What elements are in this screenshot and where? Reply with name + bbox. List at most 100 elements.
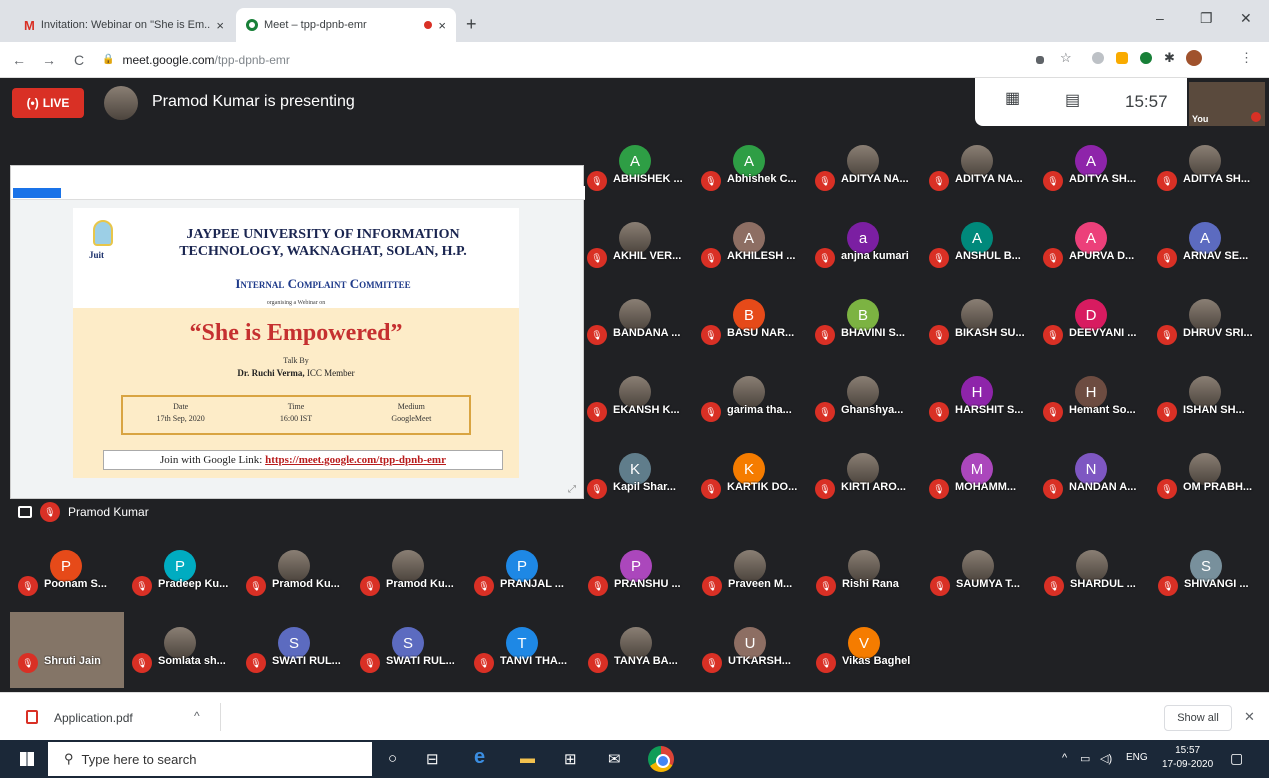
- participant-tile[interactable]: P 🎙 PRANSHU ...: [588, 550, 700, 622]
- forward-arrow-icon[interactable]: →: [38, 52, 60, 68]
- expand-icon[interactable]: ⤢: [568, 484, 576, 495]
- participant-name: Pramod Ku...: [272, 578, 340, 590]
- tab-close-button[interactable]: ×: [438, 18, 446, 33]
- participant-tile[interactable]: P 🎙 PRANJAL ...: [474, 550, 586, 622]
- restore-button[interactable]: ❐: [1200, 10, 1213, 27]
- extension-icon[interactable]: [1092, 52, 1104, 64]
- tray-chevron-icon[interactable]: ^: [1062, 752, 1067, 764]
- participant-tile[interactable]: 🎙 BANDANA ...: [587, 299, 699, 371]
- windows-start-icon[interactable]: [20, 752, 34, 766]
- participant-tile[interactable]: T 🎙 TANVI THA...: [474, 627, 586, 699]
- participant-tile[interactable]: 🎙 OM PRABH...: [1157, 453, 1269, 525]
- participant-tile[interactable]: A 🎙 Abhishek C...: [701, 145, 813, 217]
- participant-tile[interactable]: 🎙 garima tha...: [701, 376, 813, 448]
- participant-tile[interactable]: S 🎙 SHIVANGI ...: [1158, 550, 1269, 622]
- mic-off-icon: 🎙: [587, 171, 607, 191]
- mic-off-icon: 🎙: [18, 653, 38, 673]
- participant-tile[interactable]: P 🎙 Poonam S...: [18, 550, 130, 622]
- participant-tile[interactable]: 🎙 AKHIL VER...: [587, 222, 699, 294]
- edge-icon[interactable]: e: [474, 746, 485, 769]
- participant-tile[interactable]: 🎙 Pramod Ku...: [246, 550, 358, 622]
- participant-tile[interactable]: P 🎙 Pradeep Ku...: [132, 550, 244, 622]
- participant-tile[interactable]: U 🎙 UTKARSH...: [702, 627, 814, 699]
- back-arrow-icon[interactable]: ←: [8, 52, 30, 68]
- taskbar-search[interactable]: ⚲ Type here to search: [48, 742, 372, 776]
- participant-tile[interactable]: 🎙 DHRUV SRI...: [1157, 299, 1269, 371]
- participant-tile[interactable]: A 🎙 ABHISHEK ...: [587, 145, 699, 217]
- extension-icon[interactable]: [1116, 52, 1128, 64]
- participant-tile[interactable]: B 🎙 BHAVINI S...: [815, 299, 927, 371]
- participant-name: Ghanshya...: [841, 404, 904, 416]
- participant-tile[interactable]: V 🎙 Vikas Baghel: [816, 627, 928, 699]
- star-icon[interactable]: ☆: [1060, 50, 1072, 65]
- participant-tile[interactable]: a 🎙 anjna kumari: [815, 222, 927, 294]
- window-close-button[interactable]: ✕: [1240, 10, 1252, 27]
- extension-icon[interactable]: [1140, 52, 1152, 64]
- participant-tile[interactable]: 🎙 SHARDUL ...: [1044, 550, 1156, 622]
- menu-dots-icon[interactable]: ⋮: [1240, 50, 1253, 65]
- notification-icon[interactable]: ▢: [1230, 750, 1243, 767]
- volume-icon[interactable]: ◁): [1100, 752, 1112, 765]
- new-tab-button[interactable]: +: [466, 14, 477, 35]
- profile-avatar[interactable]: [1186, 50, 1202, 66]
- cortana-icon[interactable]: ○: [388, 750, 397, 767]
- task-view-icon[interactable]: ⊟: [426, 750, 439, 768]
- participant-tile[interactable]: M 🎙 MOHAMM...: [929, 453, 1041, 525]
- self-view-tile[interactable]: You: [1189, 82, 1265, 126]
- mail-icon[interactable]: ✉: [608, 750, 621, 768]
- participant-tile[interactable]: A 🎙 AKHILESH ...: [701, 222, 813, 294]
- participant-tile[interactable]: 🎙 ADITYA SH...: [1157, 145, 1269, 217]
- participant-tile[interactable]: K 🎙 KARTIK DO...: [701, 453, 813, 525]
- participant-tile[interactable]: B 🎙 BASU NAR...: [701, 299, 813, 371]
- network-icon[interactable]: ▭: [1080, 752, 1090, 765]
- mic-off-icon: 🎙: [587, 402, 607, 422]
- minimize-button[interactable]: –: [1156, 10, 1164, 26]
- participant-tile[interactable]: 🎙 EKANSH K...: [587, 376, 699, 448]
- participant-tile[interactable]: 🎙 Rishi Rana: [816, 550, 928, 622]
- camera-icon[interactable]: [1036, 56, 1044, 64]
- participant-tile[interactable]: H 🎙 Hemant So...: [1043, 376, 1155, 448]
- participant-tile[interactable]: H 🎙 HARSHIT S...: [929, 376, 1041, 448]
- participant-tile[interactable]: 🎙 Somlata sh...: [132, 627, 244, 699]
- download-file-name[interactable]: Application.pdf: [54, 711, 133, 725]
- chevron-up-icon[interactable]: ^: [194, 709, 200, 723]
- participant-tile[interactable]: 🎙 ISHAN SH...: [1157, 376, 1269, 448]
- address-bar[interactable]: 🔒 meet.google.com/tpp-dpnb-emr: [102, 53, 290, 67]
- language-indicator[interactable]: ENG: [1126, 752, 1148, 763]
- tab-gmail-invitation[interactable]: M Invitation: Webinar on "She is Em... ×: [14, 8, 234, 42]
- participant-tile[interactable]: 🎙 TANYA BA...: [588, 627, 700, 699]
- participant-tile[interactable]: N 🎙 NANDAN A...: [1043, 453, 1155, 525]
- participant-tile[interactable]: 🎙 KIRTI ARO...: [815, 453, 927, 525]
- participant-tile[interactable]: A 🎙 APURVA D...: [1043, 222, 1155, 294]
- participant-tile[interactable]: 🎙 ADITYA NA...: [815, 145, 927, 217]
- participants-grid-icon[interactable]: ▦: [1005, 88, 1020, 108]
- file-explorer-icon[interactable]: ▬: [520, 750, 535, 767]
- participant-tile[interactable]: A 🎙 ANSHUL B...: [929, 222, 1041, 294]
- taskbar-clock[interactable]: 15:57 17-09-2020: [1162, 744, 1213, 772]
- present-screen-icon[interactable]: [18, 506, 32, 518]
- join-link[interactable]: https://meet.google.com/tpp-dpnb-emr: [265, 454, 446, 466]
- chrome-icon[interactable]: [648, 746, 674, 772]
- participant-tile[interactable]: 🎙 Ghanshya...: [815, 376, 927, 448]
- tab-meet[interactable]: Meet – tpp-dpnb-emr ×: [236, 8, 456, 42]
- participant-tile[interactable]: 🎙 Shruti Jain: [18, 627, 130, 699]
- participant-name: KARTIK DO...: [727, 481, 798, 493]
- show-all-button[interactable]: Show all: [1164, 705, 1232, 731]
- chat-icon[interactable]: ▤: [1065, 90, 1080, 110]
- reload-icon[interactable]: C: [68, 52, 90, 68]
- participant-tile[interactable]: D 🎙 DEEVYANI ...: [1043, 299, 1155, 371]
- participant-tile[interactable]: 🎙 SAUMYA T...: [930, 550, 1042, 622]
- participant-tile[interactable]: S 🎙 SWATI RUL...: [246, 627, 358, 699]
- puzzle-icon[interactable]: ✱: [1164, 50, 1176, 65]
- participant-tile[interactable]: 🎙 BIKASH SU...: [929, 299, 1041, 371]
- participant-tile[interactable]: 🎙 Pramod Ku...: [360, 550, 472, 622]
- store-icon[interactable]: ⊞: [564, 750, 577, 768]
- tab-close-button[interactable]: ×: [216, 18, 224, 33]
- participant-tile[interactable]: 🎙 ADITYA NA...: [929, 145, 1041, 217]
- participant-tile[interactable]: A 🎙 ARNAV SE...: [1157, 222, 1269, 294]
- participant-tile[interactable]: K 🎙 Kapil Shar...: [587, 453, 699, 525]
- participant-tile[interactable]: S 🎙 SWATI RUL...: [360, 627, 472, 699]
- participant-tile[interactable]: 🎙 Praveen M...: [702, 550, 814, 622]
- close-icon[interactable]: ✕: [1244, 709, 1255, 725]
- participant-tile[interactable]: A 🎙 ADITYA SH...: [1043, 145, 1155, 217]
